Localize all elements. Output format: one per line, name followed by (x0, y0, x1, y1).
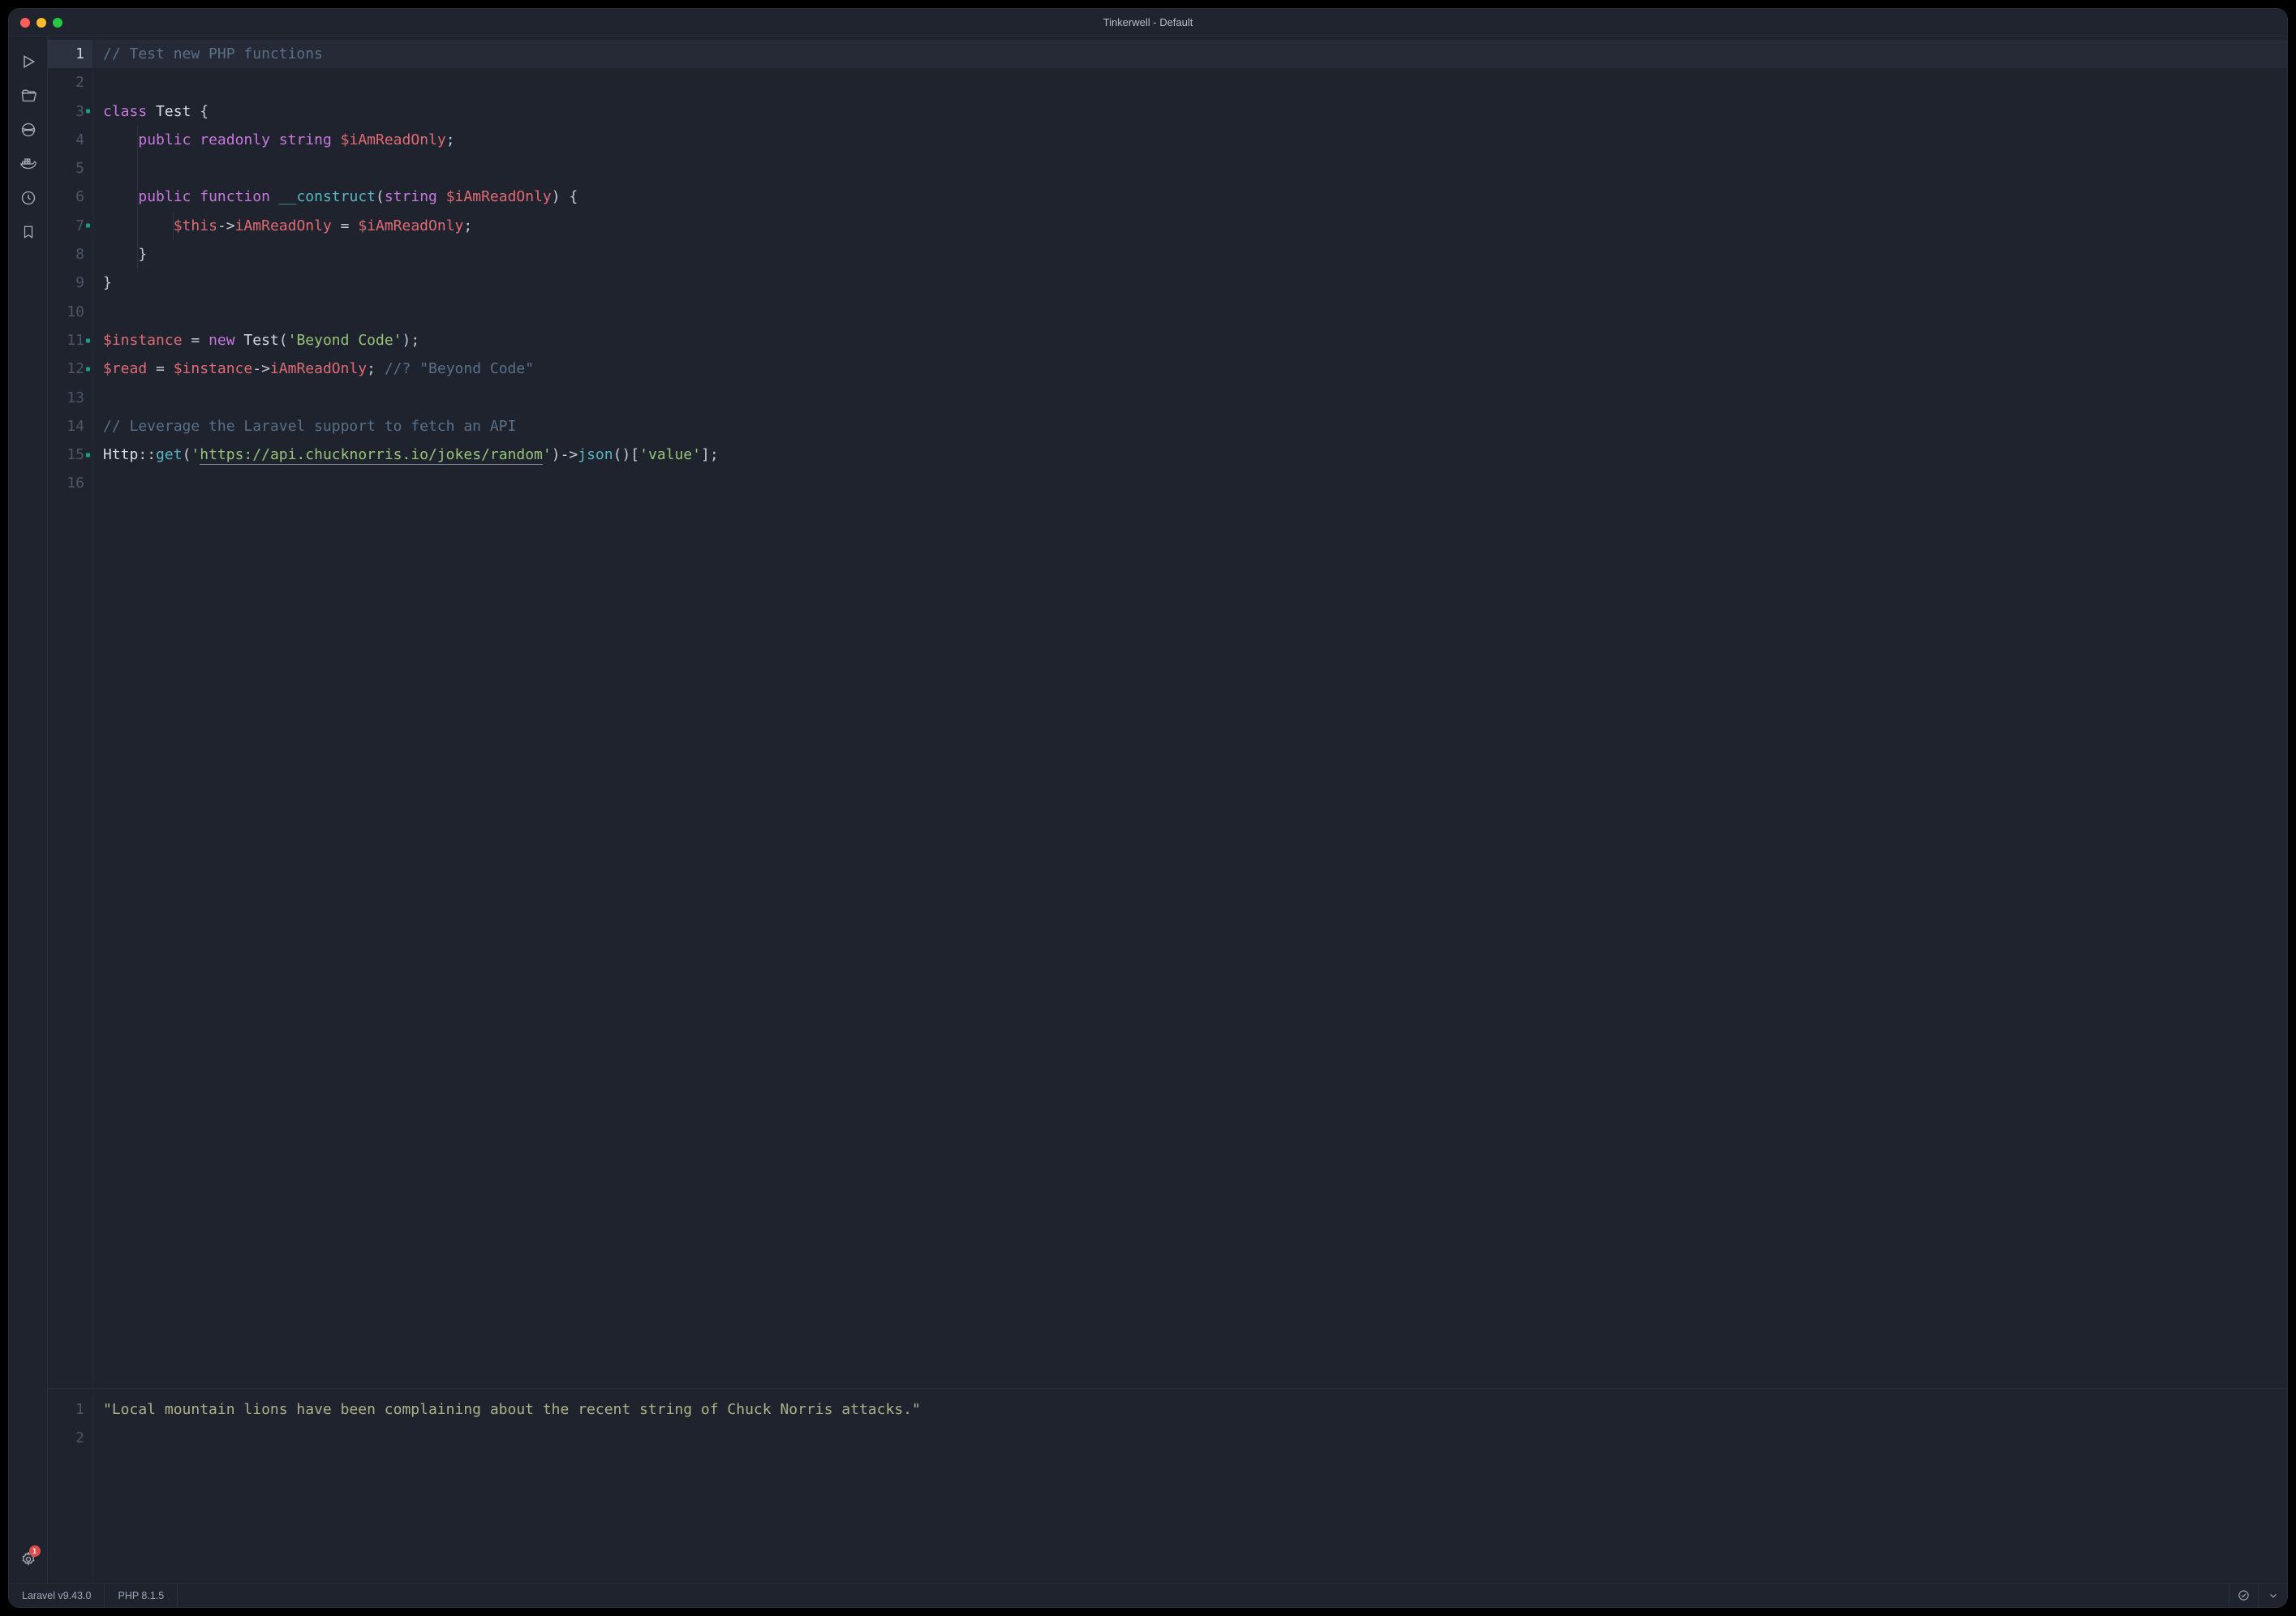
code-line[interactable]: $instance = new Test('Beyond Code'); (103, 326, 2287, 355)
gutter-line[interactable]: 2 (48, 68, 84, 97)
output-gutter: 12 (48, 1392, 93, 1583)
gutter-line[interactable]: 3 (48, 97, 84, 126)
gutter-line[interactable]: 11 (48, 326, 84, 355)
code-line[interactable]: $this->iAmReadOnly = $iAmReadOnly; (103, 212, 2287, 240)
docker-button[interactable] (9, 147, 48, 181)
code-line[interactable] (103, 154, 2287, 183)
editor-code[interactable]: // Test new PHP functions class Test { pu… (93, 37, 2287, 1388)
main-area: 1 12345678910111213141516 // Test new PH… (9, 37, 2287, 1583)
status-bar: Laravel v9.43.0 PHP 8.1.5 (9, 1583, 2287, 1607)
activity-bar: 1 (9, 37, 48, 1583)
settings-badge: 1 (29, 1545, 41, 1557)
editor-pane[interactable]: 12345678910111213141516 // Test new PHP … (48, 37, 2287, 1388)
docker-icon (19, 155, 37, 173)
panes: 12345678910111213141516 // Test new PHP … (48, 37, 2287, 1583)
code-line[interactable] (103, 68, 2287, 97)
code-line[interactable]: public readonly string $iAmReadOnly; (103, 126, 2287, 154)
code-line[interactable]: } (103, 240, 2287, 269)
code-line[interactable]: Http::get('https://api.chucknorris.io/jo… (103, 441, 2287, 469)
minimize-button[interactable] (37, 18, 46, 28)
code-line[interactable] (103, 384, 2287, 412)
gutter-line[interactable]: 4 (48, 126, 84, 154)
gutter-line: 1 (48, 1395, 84, 1424)
close-button[interactable] (20, 18, 30, 28)
cloud-icon (20, 122, 37, 138)
titlebar: Tinkerwell - Default (9, 9, 2287, 37)
code-line[interactable]: // Test new PHP functions (103, 40, 2287, 68)
output-pane: 12 "Local mountain lions have been compl… (48, 1388, 2287, 1583)
gutter-line[interactable]: 1 (48, 40, 92, 68)
cloud-button[interactable] (9, 113, 48, 147)
output-line (103, 1424, 2287, 1452)
gutter-line[interactable]: 6 (48, 183, 84, 211)
code-line[interactable] (103, 469, 2287, 497)
status-php-version[interactable]: PHP 8.1.5 (105, 1584, 178, 1607)
gutter-line[interactable]: 12 (48, 355, 84, 383)
gutter-line[interactable]: 9 (48, 269, 84, 297)
gutter-line[interactable]: 7 (48, 212, 84, 240)
history-button[interactable] (9, 181, 48, 215)
folder-open-icon (20, 88, 37, 104)
check-circle-icon (2238, 1589, 2250, 1601)
status-ok-button[interactable] (2229, 1584, 2258, 1608)
gutter-line[interactable]: 16 (48, 469, 84, 497)
code-line[interactable]: class Test { (103, 97, 2287, 126)
gutter-line[interactable]: 13 (48, 384, 84, 412)
window-title: Tinkerwell - Default (9, 16, 2287, 28)
status-framework[interactable]: Laravel v9.43.0 (9, 1584, 105, 1607)
gutter-line[interactable]: 10 (48, 298, 84, 326)
play-icon (20, 54, 37, 70)
maximize-button[interactable] (53, 18, 62, 28)
editor-gutter[interactable]: 12345678910111213141516 (48, 37, 93, 1388)
output-line: "Local mountain lions have been complain… (103, 1395, 2287, 1424)
code-line[interactable]: // Leverage the Laravel support to fetch… (103, 412, 2287, 441)
code-line[interactable] (103, 298, 2287, 326)
clock-icon (20, 190, 37, 206)
settings-button[interactable]: 1 (9, 1542, 48, 1576)
gutter-line[interactable]: 14 (48, 412, 84, 441)
window-controls (9, 18, 62, 28)
open-folder-button[interactable] (9, 79, 48, 113)
gutter-line[interactable]: 5 (48, 154, 84, 183)
code-line[interactable]: } (103, 269, 2287, 297)
output-code: "Local mountain lions have been complain… (93, 1392, 2287, 1583)
gutter-line[interactable]: 8 (48, 240, 84, 269)
status-expand-button[interactable] (2258, 1584, 2287, 1608)
bookmark-icon (21, 224, 36, 240)
chevron-down-icon (2268, 1590, 2279, 1601)
run-button[interactable] (9, 45, 48, 79)
gutter-line: 2 (48, 1424, 84, 1452)
bookmarks-button[interactable] (9, 215, 48, 249)
code-line[interactable]: public function __construct(string $iAmR… (103, 183, 2287, 211)
code-line[interactable]: $read = $instance->iAmReadOnly; //? "Bey… (103, 355, 2287, 383)
app-window: Tinkerwell - Default 1 (8, 8, 2288, 1608)
gutter-line[interactable]: 15 (48, 441, 84, 469)
